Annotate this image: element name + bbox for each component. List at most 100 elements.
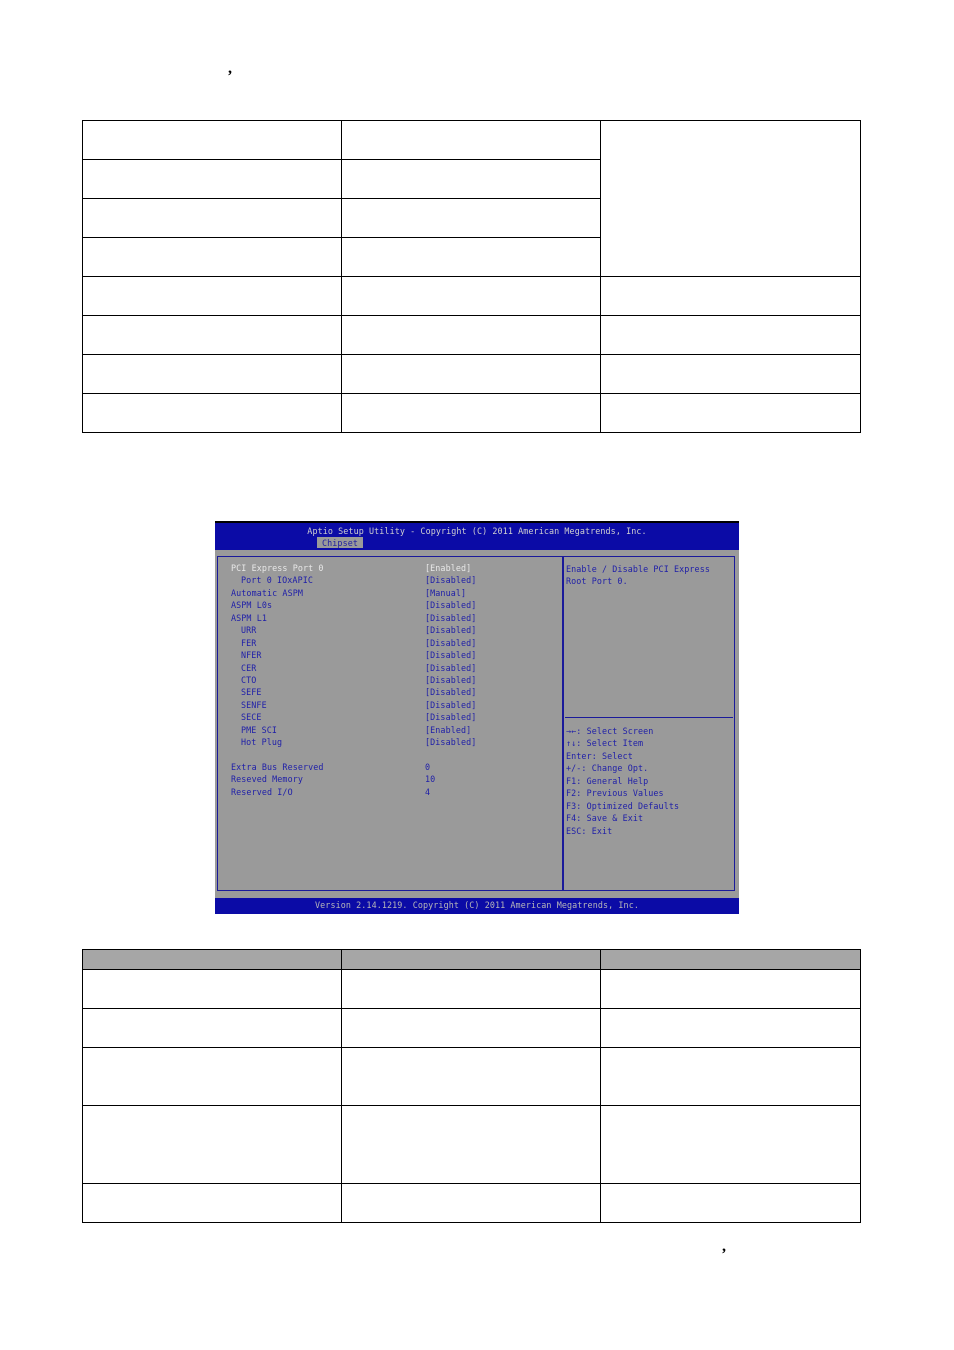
bios-title: Aptio Setup Utility - Copyright (C) 2011… xyxy=(307,526,647,536)
table-cell xyxy=(600,120,861,277)
help-line: Root Port 0. xyxy=(566,576,628,587)
table-cell xyxy=(341,1105,601,1184)
table-cell xyxy=(82,315,342,355)
table-cell xyxy=(82,1105,342,1184)
bios-numeric-row[interactable]: Extra Bus Reserved 0 xyxy=(231,762,561,774)
table-cell xyxy=(341,393,601,433)
bios-setting-row[interactable]: SENFE [Disabled] xyxy=(231,700,561,712)
bios-settings-list: PCI Express Port 0 [Enabled] Port 0 IOxAPI… xyxy=(231,563,561,799)
bios-setting-row[interactable]: ASPM L1 [Disabled] xyxy=(231,613,561,625)
setting-value[interactable]: [Disabled] xyxy=(425,712,476,722)
table-cell xyxy=(600,1008,861,1048)
bios-setting-row[interactable]: FER [Disabled] xyxy=(231,638,561,650)
setting-label: ASPM L1 xyxy=(231,612,267,623)
tab-chipset[interactable]: Chipset xyxy=(317,537,363,548)
bios-setting-row[interactable]: Port 0 IOxAPIC [Disabled] xyxy=(231,575,561,587)
setting-value[interactable]: [Disabled] xyxy=(425,638,476,648)
setting-value[interactable]: [Disabled] xyxy=(425,700,476,710)
key-help-f3: F3: Optimized Defaults xyxy=(566,800,680,811)
table-cell xyxy=(341,1183,601,1223)
bios-setting-row[interactable]: CTO [Disabled] xyxy=(231,675,561,687)
bios-setup-screenshot: Aptio Setup Utility - Copyright (C) 2011… xyxy=(215,521,739,914)
bios-setting-row[interactable]: URR [Disabled] xyxy=(231,625,561,637)
table-row xyxy=(82,1105,861,1184)
setting-label: FER xyxy=(241,637,257,648)
panel-divider xyxy=(562,556,564,891)
table-cell xyxy=(82,1047,342,1106)
setting-value[interactable]: [Disabled] xyxy=(425,575,476,585)
setting-label: CER xyxy=(241,662,257,673)
settings-table-top xyxy=(82,120,861,433)
table-cell xyxy=(82,276,342,316)
table-cell xyxy=(82,237,342,277)
setting-value[interactable]: 0 xyxy=(425,762,430,772)
setting-label: SENFE xyxy=(241,699,267,710)
bios-setting-row[interactable]: Automatic ASPM [Manual] xyxy=(231,588,561,600)
bios-setting-row[interactable]: NFER [Disabled] xyxy=(231,650,561,662)
bios-numeric-row[interactable]: Reserved I/O 4 xyxy=(231,787,561,799)
table-cell xyxy=(600,1105,861,1184)
setting-value[interactable]: [Enabled] xyxy=(425,725,471,735)
setting-label: Reserved I/O xyxy=(231,786,293,797)
key-help-enter: Enter: Select xyxy=(566,750,633,761)
bios-setting-row[interactable]: SECE [Disabled] xyxy=(231,712,561,724)
table-header-cell xyxy=(341,949,601,970)
table-cell xyxy=(600,354,861,394)
table-row xyxy=(82,969,861,1009)
key-help-select-screen: →←: Select Screen xyxy=(566,726,654,736)
setting-value[interactable]: [Disabled] xyxy=(425,687,476,697)
bios-setting-row[interactable]: CER [Disabled] xyxy=(231,663,561,675)
table-header-cell xyxy=(600,949,861,970)
key-help-f1: F1: General Help xyxy=(566,775,649,786)
key-help-list: →←: Select Screen ↑↓: Select Item Enter:… xyxy=(566,725,734,837)
table-cell xyxy=(341,237,601,277)
setting-label: Hot Plug xyxy=(241,737,283,748)
table-row xyxy=(82,1008,861,1048)
setting-label: PCI Express Port 0 xyxy=(231,563,324,573)
table-header-row xyxy=(82,949,861,970)
setting-label: Reseved Memory xyxy=(231,774,303,785)
table-row xyxy=(82,315,861,355)
bios-setting-row[interactable]: SEFE [Disabled] xyxy=(231,687,561,699)
table-cell xyxy=(82,1183,342,1223)
setting-value[interactable]: [Disabled] xyxy=(425,675,476,685)
setting-label: URR xyxy=(241,625,257,636)
setting-value[interactable]: [Disabled] xyxy=(425,600,476,610)
setting-value[interactable]: [Disabled] xyxy=(425,613,476,623)
table-cell xyxy=(341,1047,601,1106)
table-cell xyxy=(600,1047,861,1106)
table-row xyxy=(82,354,861,394)
table-cell xyxy=(82,354,342,394)
key-help-select-item: ↑↓: Select Item xyxy=(566,738,644,749)
table-row xyxy=(82,1047,861,1106)
bios-setting-row[interactable]: ASPM L0s [Disabled] xyxy=(231,600,561,612)
table-row xyxy=(82,276,861,316)
setting-value[interactable]: 4 xyxy=(425,787,430,797)
table-row xyxy=(82,1183,861,1223)
setting-label: ASPM L0s xyxy=(231,600,273,611)
setting-value[interactable]: 10 xyxy=(425,774,435,784)
table-cell xyxy=(600,393,861,433)
setting-value[interactable]: [Manual] xyxy=(425,588,466,598)
table-cell xyxy=(341,354,601,394)
bios-numeric-row[interactable]: Reseved Memory 10 xyxy=(231,774,561,786)
setting-value[interactable]: [Disabled] xyxy=(425,625,476,635)
setting-value[interactable]: [Disabled] xyxy=(425,650,476,660)
setting-label: CTO xyxy=(241,674,257,685)
key-help-change-opt: +/-: Change Opt. xyxy=(566,763,649,774)
table-cell xyxy=(341,276,601,316)
table-cell xyxy=(82,120,342,160)
setting-value[interactable]: [Disabled] xyxy=(425,737,476,747)
setting-value[interactable]: [Disabled] xyxy=(425,663,476,673)
bios-setting-row[interactable]: PCI Express Port 0 [Enabled] xyxy=(231,563,561,575)
bios-setting-row[interactable]: Hot Plug [Disabled] xyxy=(231,737,561,749)
setting-value[interactable]: [Enabled] xyxy=(425,563,471,573)
setting-label: PME SCI xyxy=(241,724,277,735)
table-cell xyxy=(82,159,342,199)
table-cell xyxy=(82,969,342,1009)
table-cell xyxy=(600,969,861,1009)
bios-setting-row[interactable]: PME SCI [Enabled] xyxy=(231,725,561,737)
key-help-esc: ESC: Exit xyxy=(566,825,613,836)
help-line: Enable / Disable PCI Express xyxy=(566,564,710,574)
